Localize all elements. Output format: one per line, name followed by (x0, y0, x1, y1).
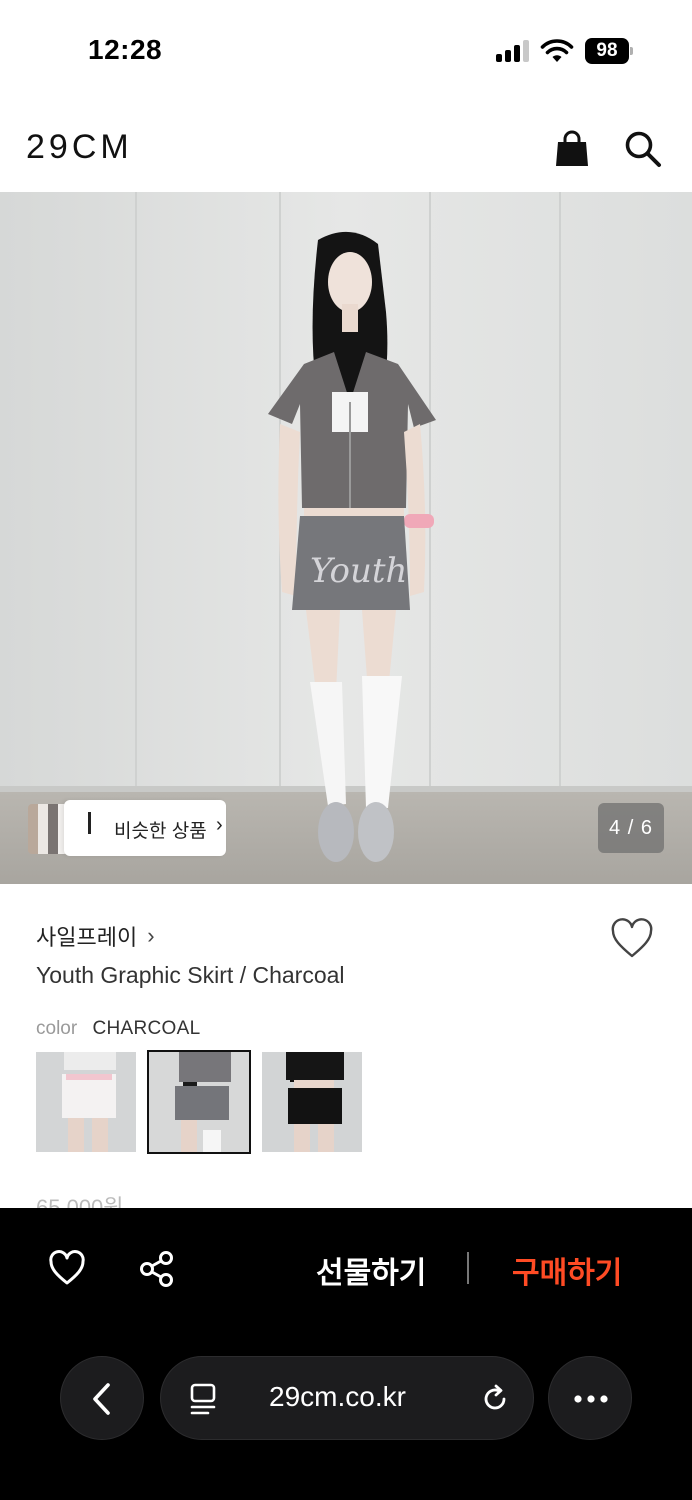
similar-product-thumbnails (28, 804, 68, 854)
tabs-icon[interactable] (189, 1383, 217, 1415)
status-time: 12:28 (88, 34, 163, 65)
heart-icon[interactable] (610, 918, 654, 960)
chevron-right-icon: › (216, 814, 223, 836)
model-photo: Youth (0, 192, 692, 884)
product-price: 65,000원 (36, 1196, 124, 1208)
reload-icon[interactable] (479, 1383, 511, 1415)
wifi-icon (540, 39, 574, 62)
svg-text:Youth: Youth (310, 551, 407, 591)
purchase-bar: 선물하기 구매하기 29cm.co.kr (0, 1208, 692, 1500)
similar-products-label: 비슷한 상품 (114, 821, 207, 842)
swatch-white[interactable] (36, 1052, 136, 1152)
product-title: Youth Graphic Skirt / Charcoal (36, 962, 345, 988)
battery-level: 98 (585, 38, 629, 64)
product-image[interactable]: Youth (0, 192, 692, 884)
more-dots-icon (574, 1395, 608, 1403)
brand-link[interactable]: 사일프레이 › (36, 918, 155, 954)
share-icon[interactable] (138, 1250, 176, 1288)
address-bar[interactable]: 29cm.co.kr (160, 1356, 534, 1440)
color-label: color (36, 1018, 78, 1039)
swatch-charcoal[interactable] (147, 1050, 251, 1154)
back-button[interactable] (60, 1356, 144, 1440)
search-icon[interactable] (624, 130, 662, 168)
swatch-black[interactable] (262, 1052, 362, 1152)
chevron-right-icon: › (147, 923, 155, 948)
url-text: 29cm.co.kr (269, 1381, 406, 1412)
similar-products-button[interactable]: 비슷한 상품 › (28, 800, 226, 856)
shopping-bag-icon[interactable] (554, 130, 590, 168)
heart-icon[interactable] (48, 1250, 86, 1286)
more-button[interactable] (548, 1356, 632, 1440)
color-value: CHARCOAL (92, 1018, 201, 1039)
brand-name: 사일프레이 (36, 925, 138, 950)
color-row: color CHARCOAL (36, 1018, 200, 1040)
app-header: 29CM (0, 100, 692, 192)
buy-button[interactable]: 구매하기 (512, 1248, 622, 1292)
image-counter: 4 / 6 (598, 803, 664, 853)
chevron-left-icon (93, 1383, 110, 1415)
battery-icon: 98 (585, 38, 633, 64)
divider (467, 1252, 469, 1284)
status-bar: 12:28 98 (0, 0, 692, 100)
cellular-signal-icon (496, 40, 532, 62)
gift-button[interactable]: 선물하기 (316, 1248, 426, 1292)
brand-logo[interactable]: 29CM (26, 128, 133, 167)
